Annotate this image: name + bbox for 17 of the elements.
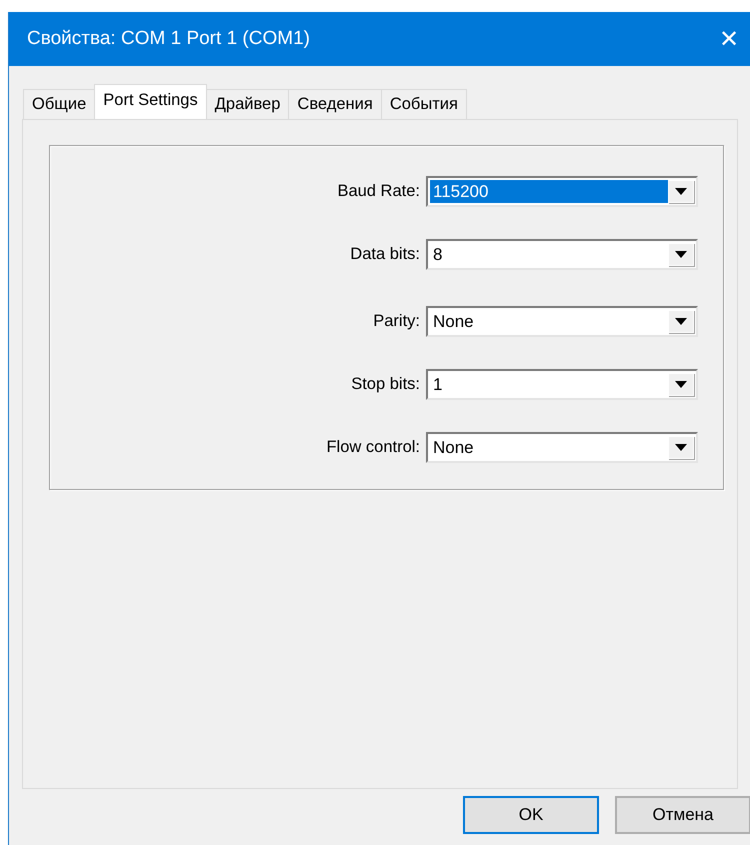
- field-label: Baud Rate:: [337, 182, 420, 201]
- field-label: Data bits:: [350, 245, 420, 264]
- window-title: Свойства: COM 1 Port 1 (COM1): [27, 28, 310, 50]
- field-label: Stop bits:: [351, 375, 420, 394]
- tab[interactable]: События: [380, 89, 467, 119]
- dropdown-field[interactable]: None: [426, 432, 698, 463]
- tab[interactable]: Port Settings: [94, 84, 207, 119]
- dropdown-field[interactable]: 115200: [426, 176, 698, 207]
- dropdown-field[interactable]: 1: [426, 369, 698, 400]
- ok-button[interactable]: OK: [463, 796, 599, 834]
- dropdown-field[interactable]: None: [426, 306, 698, 337]
- tab[interactable]: Общие: [23, 89, 96, 119]
- field-label: Parity:: [373, 312, 420, 331]
- field-label: Flow control:: [326, 438, 420, 457]
- close-button[interactable]: ✕: [719, 25, 750, 53]
- cancel-button[interactable]: Отмена: [615, 796, 750, 834]
- dropdown-field[interactable]: 8: [426, 239, 698, 270]
